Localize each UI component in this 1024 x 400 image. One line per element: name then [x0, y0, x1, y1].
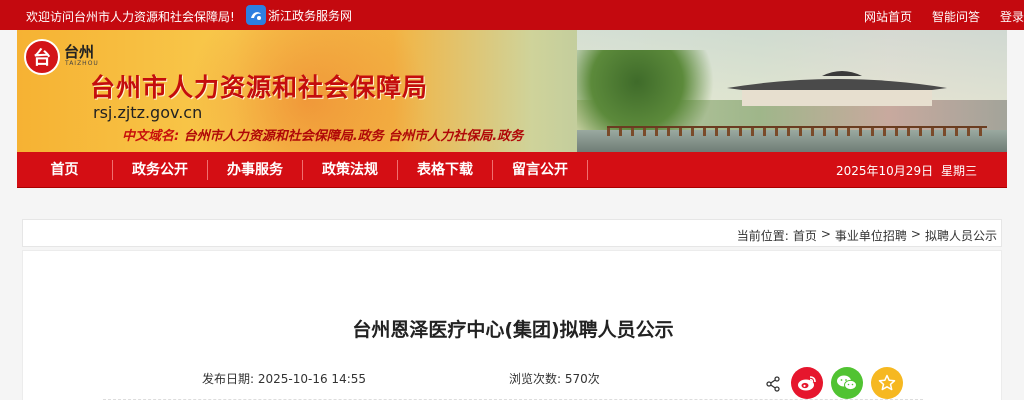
- publish-date-value: 2025-10-16 14:55: [257, 372, 367, 386]
- nav-divider: [587, 160, 588, 180]
- chinese-domain: 中文域名: 台州市人力资源和社会保障局.政务 台州市人力社保局.政务: [122, 125, 523, 144]
- zhejiang-gov-icon: [246, 5, 266, 25]
- breadcrumb: 当前位置: 首页 > 事业单位招聘 > 拟聘人员公示: [737, 227, 1001, 244]
- favorite-button[interactable]: [871, 367, 903, 399]
- welcome-text: 欢迎访问台州市人力资源和社会保障局!: [26, 10, 235, 24]
- chinese-domain-label: 中文域名:: [122, 129, 180, 144]
- weibo-icon: [798, 376, 816, 391]
- banner-trees: [577, 50, 727, 130]
- nav-services[interactable]: 办事服务: [208, 152, 302, 188]
- current-weekday: 星期三: [941, 164, 978, 178]
- breadcrumb-bar: 当前位置: 首页 > 事业单位招聘 > 拟聘人员公示: [22, 219, 1002, 247]
- nav-policies[interactable]: 政策法规: [303, 152, 397, 188]
- site-domain: rsj.zjtz.gov.cn: [93, 103, 203, 122]
- logo-name: 台州: [64, 43, 95, 61]
- nav-forms[interactable]: 表格下载: [398, 152, 492, 188]
- zhejiang-gov-label: 浙江政务服务网: [268, 8, 353, 23]
- top-links: 网站首页 智能问答 登录: [864, 8, 1024, 25]
- publish-date-label: 发布日期:: [202, 372, 255, 386]
- header-banner: 台 台州 TAIZHOU 台州市人力资源和社会保障局 rsj.zjtz.gov.…: [17, 30, 1007, 152]
- view-count: 浏览次数: 570次: [509, 370, 600, 387]
- home-link[interactable]: 网站首页: [864, 8, 912, 25]
- login-link[interactable]: 登录: [1000, 8, 1024, 25]
- logo-subtitle: TAIZHOU: [65, 60, 99, 67]
- smart-qa-link[interactable]: 智能问答: [932, 8, 980, 25]
- banner-pavilion: [727, 71, 947, 106]
- chinese-domain-value: 台州市人力资源和社会保障局.政务 台州市人力社保局.政务: [183, 129, 524, 144]
- publish-date: 发布日期: 2025-10-16 14:55: [202, 370, 366, 387]
- breadcrumb-recruitment[interactable]: 事业单位招聘: [835, 227, 907, 244]
- share-wechat-button[interactable]: [831, 367, 863, 399]
- share-icon[interactable]: [765, 376, 781, 392]
- zhejiang-gov-link[interactable]: 浙江政务服务网: [246, 5, 352, 25]
- site-title: 台州市人力资源和社会保障局: [90, 73, 429, 102]
- nav-messages[interactable]: 留言公开: [493, 152, 587, 188]
- share-weibo-button[interactable]: [791, 367, 823, 399]
- favorite-icon: [878, 374, 896, 391]
- breadcrumb-separator: >: [910, 227, 921, 241]
- main-nav: 首页 政务公开 办事服务 政策法规 表格下载 留言公开 2025年10月29日 …: [17, 152, 1007, 188]
- banner-railing: [607, 126, 987, 136]
- nav-gov-affairs[interactable]: 政务公开: [113, 152, 207, 188]
- breadcrumb-home[interactable]: 首页: [793, 227, 817, 244]
- view-count-label: 浏览次数:: [509, 372, 562, 386]
- article-title: 台州恩泽医疗中心(集团)拟聘人员公示: [352, 319, 674, 341]
- nav-home[interactable]: 首页: [17, 152, 112, 188]
- breadcrumb-separator: >: [820, 227, 831, 241]
- breadcrumb-label: 当前位置:: [736, 229, 789, 243]
- top-bar: 欢迎访问台州市人力资源和社会保障局! 浙江政务服务网 网站首页 智能问答 登录: [0, 0, 1024, 30]
- breadcrumb-current[interactable]: 拟聘人员公示: [925, 227, 997, 244]
- current-date: 2025年10月29日: [836, 164, 934, 178]
- view-count-value: 570次: [564, 372, 600, 386]
- article-panel: 台州恩泽医疗中心(集团)拟聘人员公示 发布日期: 2025-10-16 14:5…: [22, 250, 1002, 400]
- logo-icon: 台: [24, 39, 60, 75]
- wechat-icon: [837, 375, 857, 391]
